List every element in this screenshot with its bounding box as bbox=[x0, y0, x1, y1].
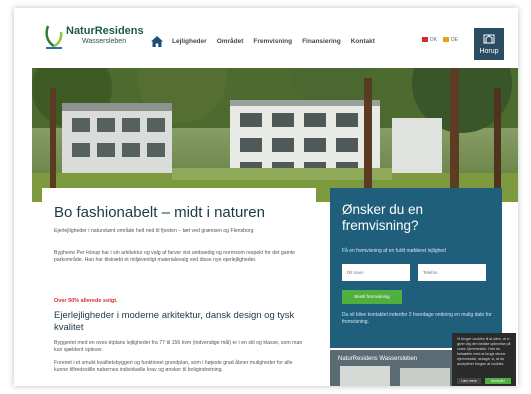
horup-logo-icon bbox=[483, 34, 495, 44]
cookie-accept-button[interactable]: Accepter bbox=[485, 378, 511, 384]
hero-illustration bbox=[32, 68, 518, 202]
intro-text: Ejerlejligheder i naturskønt område helt… bbox=[54, 228, 254, 234]
logo-name: NaturResidens bbox=[66, 25, 144, 37]
lang-dk[interactable]: DK bbox=[422, 37, 437, 43]
viewing-form-panel: Ønsker du en fremvisning? Få en fremvisn… bbox=[330, 188, 502, 348]
language-switch: DK DE bbox=[422, 37, 458, 43]
para-architecture: Byggeriet med en oves ètplans lejlighede… bbox=[54, 340, 303, 353]
page-title: Bo fashionabelt – midt i naturen bbox=[54, 204, 265, 221]
browser-frame: NaturResidens Wassersleben Lejligheder O… bbox=[14, 8, 518, 386]
book-viewing-button[interactable]: Bestil fremvisning bbox=[342, 290, 402, 304]
horup-label: Horup bbox=[479, 48, 499, 55]
dk-flag-icon bbox=[422, 37, 428, 43]
body-text: Bygherre Per Horup har i sin arkitektur … bbox=[54, 250, 296, 263]
para-quality: Forenet i et smukt kvalitetsbyggeri og f… bbox=[54, 360, 293, 373]
cookie-more-button[interactable]: Læs mere bbox=[457, 378, 481, 384]
hero-photo bbox=[32, 68, 518, 202]
nav-item-lejligheder[interactable]: Lejligheder bbox=[172, 38, 207, 45]
lang-de[interactable]: DE bbox=[442, 37, 458, 43]
logo-leaf-icon bbox=[45, 25, 63, 49]
main-nav: Lejligheder Området Fremvisning Finansie… bbox=[151, 36, 385, 47]
cookie-notice: Vi bruger cookies til at sikre, at vi gi… bbox=[452, 333, 516, 386]
sold-notice: Over 50% allerede solgt. bbox=[54, 298, 118, 304]
name-input[interactable] bbox=[342, 264, 410, 281]
intro-card: Bo fashionabelt – midt i naturen Ejerlej… bbox=[42, 188, 316, 386]
horup-badge[interactable]: Horup bbox=[474, 28, 504, 60]
phone-input[interactable] bbox=[418, 264, 486, 281]
form-note: Du vil blive kontaktet indenfor 2 hverda… bbox=[342, 312, 492, 325]
form-title: Ønsker du en fremvisning? bbox=[342, 202, 424, 233]
lang-de-label: DE bbox=[450, 37, 458, 43]
form-subtitle: Få en fremvisning af en fuldt møbleret l… bbox=[342, 248, 446, 254]
nav-item-fremvisning[interactable]: Fremvisning bbox=[253, 38, 292, 45]
thumbnail-label: NaturResidens Wassersleben bbox=[338, 356, 418, 362]
site-header: NaturResidens Wassersleben Lejligheder O… bbox=[14, 8, 518, 68]
cookie-text: Vi bruger cookies til at sikre, at vi gi… bbox=[457, 337, 511, 366]
home-icon[interactable] bbox=[151, 36, 163, 47]
lang-dk-label: DK bbox=[430, 37, 437, 43]
gallery-thumbnail[interactable]: NaturResidens Wassersleben bbox=[330, 350, 460, 386]
de-flag-icon bbox=[442, 37, 449, 43]
nav-item-kontakt[interactable]: Kontakt bbox=[351, 38, 375, 45]
section-subtitle: Ejerlejligheder i moderne arkitektur, da… bbox=[54, 310, 295, 333]
logo-sub: Wassersleben bbox=[82, 38, 127, 45]
site-logo[interactable]: NaturResidens Wassersleben bbox=[44, 24, 144, 54]
nav-item-finansiering[interactable]: Finansiering bbox=[302, 38, 341, 45]
nav-item-omraadet[interactable]: Området bbox=[217, 38, 244, 45]
